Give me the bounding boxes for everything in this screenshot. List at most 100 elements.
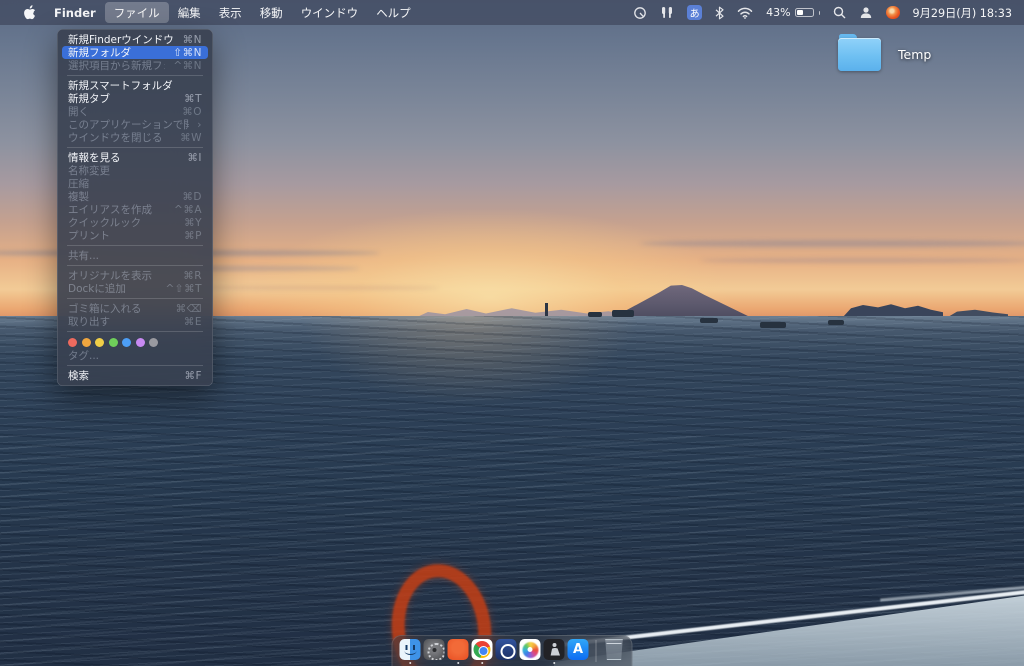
menu-item-shortcut: ⌘O — [182, 106, 202, 118]
dock-app-settings[interactable] — [424, 639, 445, 663]
menu-item: Dockに追加^⇧⌘T — [62, 282, 208, 295]
menu-separator — [67, 298, 203, 299]
cloud-streak — [640, 240, 1024, 247]
rock-silhouette — [828, 320, 844, 325]
battery-indicator[interactable]: 43% — [766, 6, 820, 19]
tag-color-dot[interactable] — [82, 338, 91, 347]
bluetooth-icon[interactable] — [715, 6, 724, 20]
menu-separator — [67, 245, 203, 246]
menu-item-label: 検索 — [68, 368, 89, 383]
menu-item: タグ... — [62, 349, 208, 362]
dock-app-finder[interactable] — [400, 639, 421, 663]
dock-app-photos[interactable] — [520, 639, 541, 663]
running-indicator-dot — [457, 662, 460, 665]
menu-item-shortcut: ⌘F — [184, 370, 202, 382]
tag-color-dot[interactable] — [95, 338, 104, 347]
dock-separator — [596, 640, 597, 662]
file-menu: 新規Finderウインドウ⌘N新規フォルダ⇧⌘N選択項目から新規フォルダ^⌘N新… — [57, 29, 213, 386]
menu-item-shortcut: ^⌘A — [174, 204, 202, 216]
menu-bar-clock[interactable]: 9月29日(月) 18:33 — [913, 5, 1012, 21]
menu-separator — [67, 147, 203, 148]
rock-silhouette — [700, 318, 718, 323]
spotlight-search-icon[interactable] — [833, 6, 846, 19]
dock-app-dark-figure[interactable] — [544, 639, 565, 663]
menu-separator — [67, 365, 203, 366]
user-icon[interactable] — [859, 6, 873, 19]
menu-item-shortcut: ⌘N — [183, 34, 202, 46]
tag-color-dot[interactable] — [136, 338, 145, 347]
menu-item-shortcut: ⌘R — [183, 270, 202, 282]
menu-bar-apps: Finderファイル編集表示移動ウインドウヘルプ — [0, 2, 420, 23]
menu-item-shortcut: ⌘⌫ — [176, 303, 202, 315]
menu-item-label: 共有... — [68, 248, 99, 263]
dock-app-1password[interactable] — [496, 639, 517, 663]
battery-icon — [795, 8, 814, 18]
menu-separator — [67, 331, 203, 332]
menu-item: プリント⌘P — [62, 229, 208, 242]
orange-app-icon — [448, 639, 469, 660]
orange-swirl-icon[interactable] — [886, 6, 900, 20]
menubar-item-ヘルプ[interactable]: ヘルプ — [367, 2, 420, 23]
menu-item: ウインドウを閉じる⌘W — [62, 131, 208, 144]
trash-icon — [604, 639, 625, 660]
menubar-item-ウインドウ[interactable]: ウインドウ — [292, 2, 368, 23]
tag-color-row — [57, 335, 213, 349]
dark-figure-icon — [544, 639, 565, 660]
menu-item-shortcut: › — [197, 119, 202, 131]
menu-item-shortcut: ⌘E — [184, 316, 202, 328]
menubar-item-表示[interactable]: 表示 — [210, 2, 251, 23]
running-indicator-dot — [553, 662, 556, 665]
folder-body — [838, 38, 881, 71]
battery-fill — [797, 10, 803, 16]
desktop-folder-temp[interactable]: Temp — [838, 38, 931, 71]
menu-bar-status: あ 43% — [633, 5, 1024, 21]
island-silhouette — [843, 301, 943, 317]
photos-icon — [520, 639, 541, 660]
wifi-icon[interactable] — [737, 7, 753, 19]
menu-item-label: 選択項目から新規フォルダ — [68, 58, 165, 73]
menubar-item-ファイル[interactable]: ファイル — [105, 2, 169, 23]
menu-item-shortcut: ⌘T — [184, 93, 202, 105]
chrome-icon — [472, 639, 493, 660]
battery-percent-label: 43% — [766, 6, 790, 19]
running-indicator-dot — [481, 662, 484, 665]
dock-app-app-store[interactable] — [568, 639, 589, 663]
airpods-icon[interactable] — [660, 6, 674, 19]
menu-item-label: プリント — [68, 228, 110, 243]
gauge-icon[interactable] — [633, 6, 647, 20]
menu-item-shortcut: ⇧⌘N — [173, 47, 202, 59]
menubar-item-Finder[interactable]: Finder — [45, 3, 105, 22]
menu-item-label: Dockに追加 — [68, 281, 126, 296]
menu-item-label: タグ... — [68, 348, 99, 363]
apple-menu[interactable] — [13, 5, 45, 20]
rock-silhouette — [612, 310, 634, 317]
menu-item-shortcut: ⌘W — [180, 132, 202, 144]
menu-bar: Finderファイル編集表示移動ウインドウヘルプ あ — [0, 0, 1024, 25]
tag-color-dot[interactable] — [149, 338, 158, 347]
running-indicator-dot — [409, 662, 412, 665]
apple-logo-icon — [23, 5, 36, 20]
dock-app-chrome[interactable] — [472, 639, 493, 663]
folder-icon — [838, 38, 881, 71]
finder-icon — [400, 639, 421, 660]
menu-item-shortcut: ^⌘N — [173, 60, 202, 72]
menubar-item-編集[interactable]: 編集 — [169, 2, 210, 23]
menu-item-shortcut: ⌘Y — [184, 217, 202, 229]
app-store-icon — [568, 639, 589, 660]
rock-silhouette — [588, 312, 602, 317]
input-source-icon[interactable]: あ — [687, 5, 702, 20]
menu-separator — [67, 75, 203, 76]
cloud-streak — [180, 286, 440, 290]
menubar-item-移動[interactable]: 移動 — [251, 2, 292, 23]
dock-app-trash[interactable] — [604, 639, 625, 663]
menu-item-shortcut: ⌘D — [182, 191, 202, 203]
folder-label: Temp — [898, 47, 931, 62]
tag-color-dot[interactable] — [109, 338, 118, 347]
menu-item: 選択項目から新規フォルダ ^⌘N — [62, 59, 208, 72]
tag-color-dot[interactable] — [68, 338, 77, 347]
menu-item[interactable]: 検索 ⌘F — [62, 369, 208, 382]
menu-item-label: 取り出す — [68, 314, 110, 329]
dock-app-orange-app[interactable] — [448, 639, 469, 663]
dock — [392, 635, 633, 666]
tag-color-dot[interactable] — [122, 338, 131, 347]
